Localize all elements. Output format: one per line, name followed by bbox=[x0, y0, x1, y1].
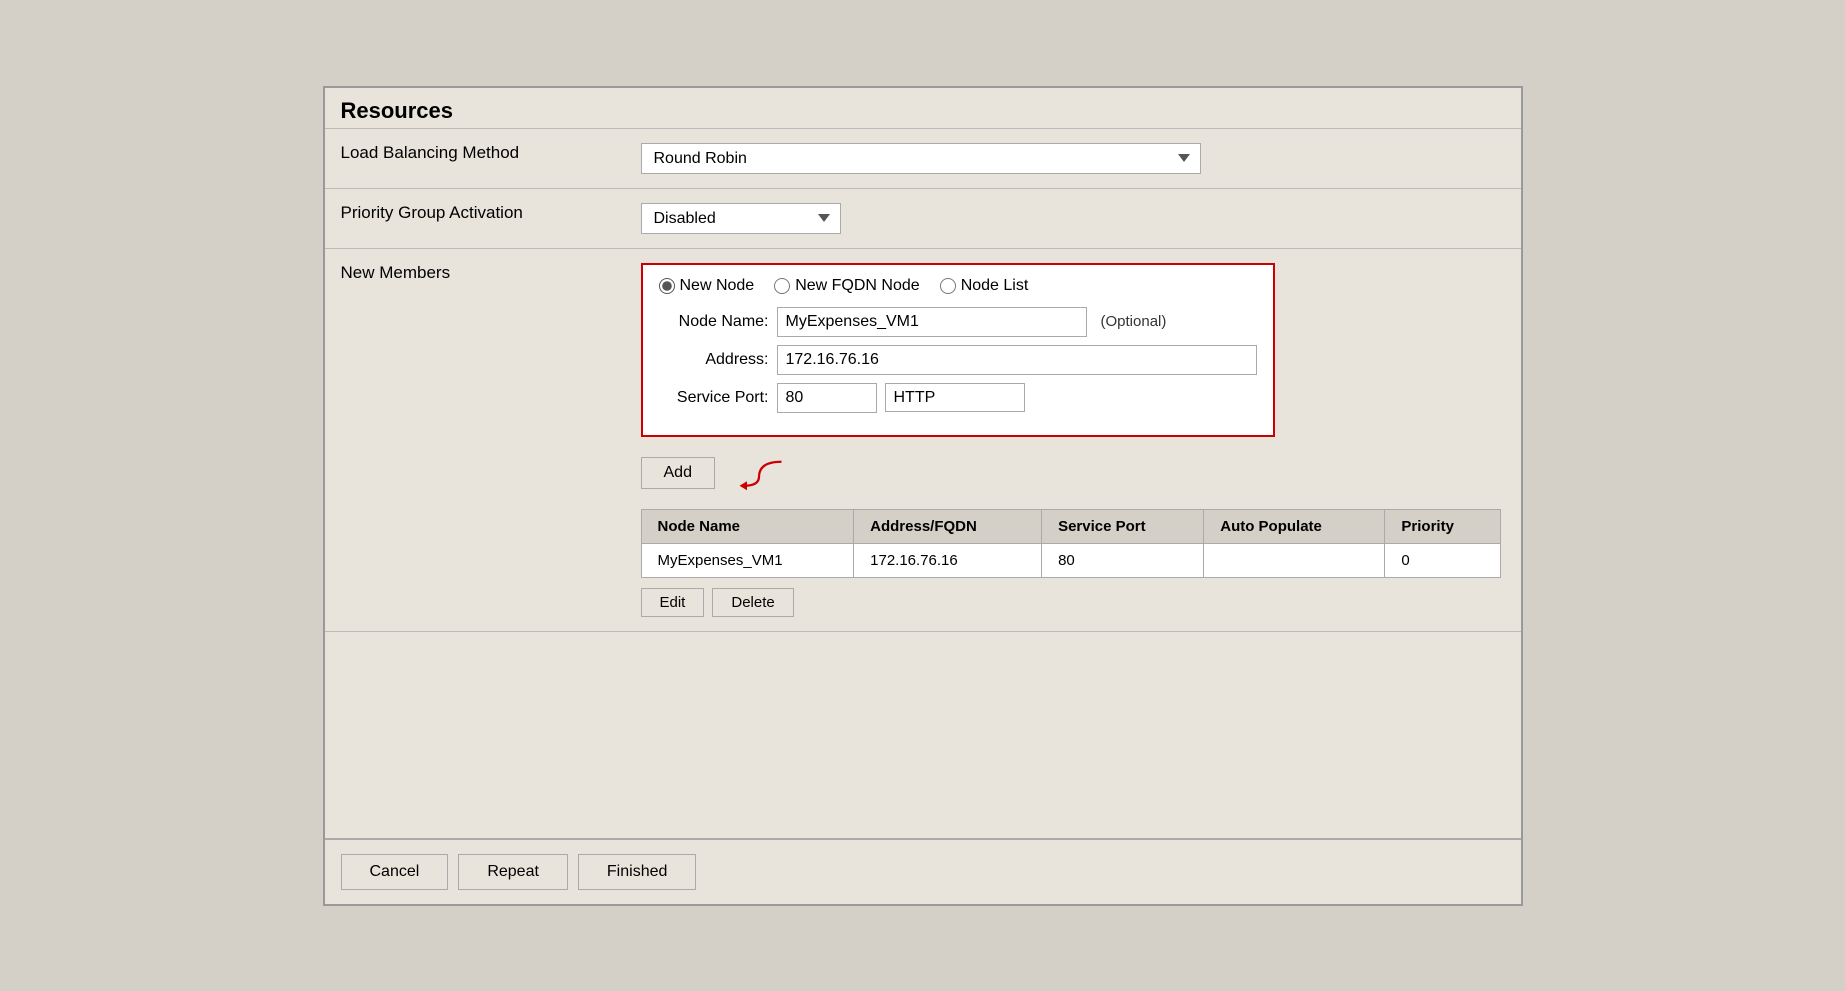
resources-window: Resources Load Balancing Method Round Ro… bbox=[323, 86, 1523, 906]
add-section: Add bbox=[641, 453, 1505, 493]
window-title: Resources bbox=[341, 98, 1505, 124]
node-list-option[interactable]: Node List bbox=[940, 277, 1029, 295]
form-table: Load Balancing Method Round RobinLeast C… bbox=[325, 129, 1521, 632]
table-header-row: Node Name Address/FQDN Service Port Auto… bbox=[641, 509, 1500, 543]
service-port-input[interactable] bbox=[777, 383, 877, 413]
priority-group-select[interactable]: Disabled Enabled bbox=[641, 203, 841, 234]
cancel-button[interactable]: Cancel bbox=[341, 854, 449, 890]
optional-label: (Optional) bbox=[1101, 313, 1167, 330]
node-list-label: Node List bbox=[961, 277, 1029, 295]
footer: Cancel Repeat Finished bbox=[325, 838, 1521, 904]
address-row: Address: bbox=[659, 345, 1257, 375]
service-port-protocol-select[interactable]: HTTP HTTPS FTP SMTP Any bbox=[885, 383, 1025, 412]
cell-priority: 0 bbox=[1385, 543, 1500, 577]
new-fqdn-radio[interactable] bbox=[774, 278, 790, 294]
edit-button[interactable]: Edit bbox=[641, 588, 705, 617]
priority-group-row: Priority Group Activation Disabled Enabl… bbox=[325, 188, 1521, 248]
load-balancing-control: Round RobinLeast ConnectionsFastestObser… bbox=[625, 129, 1521, 189]
cell-node-name: MyExpenses_VM1 bbox=[641, 543, 854, 577]
service-port-row: Service Port: HTTP HTTPS FTP SMTP Any bbox=[659, 383, 1257, 413]
new-node-option[interactable]: New Node bbox=[659, 277, 755, 295]
load-balancing-row: Load Balancing Method Round RobinLeast C… bbox=[325, 129, 1521, 189]
col-node-name: Node Name bbox=[641, 509, 854, 543]
new-members-row: New Members New Node New FQDN Node bbox=[325, 248, 1521, 631]
cell-address: 172.16.76.16 bbox=[854, 543, 1042, 577]
add-button[interactable]: Add bbox=[641, 457, 715, 489]
load-balancing-select[interactable]: Round RobinLeast ConnectionsFastestObser… bbox=[641, 143, 1201, 174]
table-buttons: Edit Delete bbox=[641, 588, 1505, 617]
cell-auto-populate bbox=[1204, 543, 1385, 577]
table-body: MyExpenses_VM1 172.16.76.16 80 0 bbox=[641, 543, 1500, 577]
new-members-control: New Node New FQDN Node Node List bbox=[625, 248, 1521, 631]
repeat-button[interactable]: Repeat bbox=[458, 854, 568, 890]
address-label: Address: bbox=[659, 351, 769, 369]
new-node-label: New Node bbox=[680, 277, 755, 295]
delete-button[interactable]: Delete bbox=[712, 588, 793, 617]
new-fqdn-label: New FQDN Node bbox=[795, 277, 919, 295]
members-table: Node Name Address/FQDN Service Port Auto… bbox=[641, 509, 1501, 578]
table-head: Node Name Address/FQDN Service Port Auto… bbox=[641, 509, 1500, 543]
content-area: Load Balancing Method Round RobinLeast C… bbox=[325, 129, 1521, 838]
node-name-row: Node Name: (Optional) bbox=[659, 307, 1257, 337]
col-address: Address/FQDN bbox=[854, 509, 1042, 543]
col-priority: Priority bbox=[1385, 509, 1500, 543]
col-service-port: Service Port bbox=[1042, 509, 1204, 543]
node-name-label: Node Name: bbox=[659, 313, 769, 331]
arrow-indicator bbox=[729, 453, 789, 493]
radio-row: New Node New FQDN Node Node List bbox=[659, 277, 1257, 295]
title-bar: Resources bbox=[325, 88, 1521, 129]
node-list-radio[interactable] bbox=[940, 278, 956, 294]
finished-button[interactable]: Finished bbox=[578, 854, 696, 890]
new-fqdn-option[interactable]: New FQDN Node bbox=[774, 277, 919, 295]
new-node-radio[interactable] bbox=[659, 278, 675, 294]
col-auto-populate: Auto Populate bbox=[1204, 509, 1385, 543]
table-row: MyExpenses_VM1 172.16.76.16 80 0 bbox=[641, 543, 1500, 577]
priority-group-label: Priority Group Activation bbox=[325, 188, 625, 248]
new-members-label: New Members bbox=[325, 248, 625, 631]
address-input[interactable] bbox=[777, 345, 1257, 375]
cell-service-port: 80 bbox=[1042, 543, 1204, 577]
node-section: New Node New FQDN Node Node List bbox=[641, 263, 1275, 437]
priority-group-control: Disabled Enabled bbox=[625, 188, 1521, 248]
arrow-icon bbox=[729, 453, 789, 493]
load-balancing-label: Load Balancing Method bbox=[325, 129, 625, 189]
service-port-label: Service Port: bbox=[659, 389, 769, 407]
node-name-input[interactable] bbox=[777, 307, 1087, 337]
